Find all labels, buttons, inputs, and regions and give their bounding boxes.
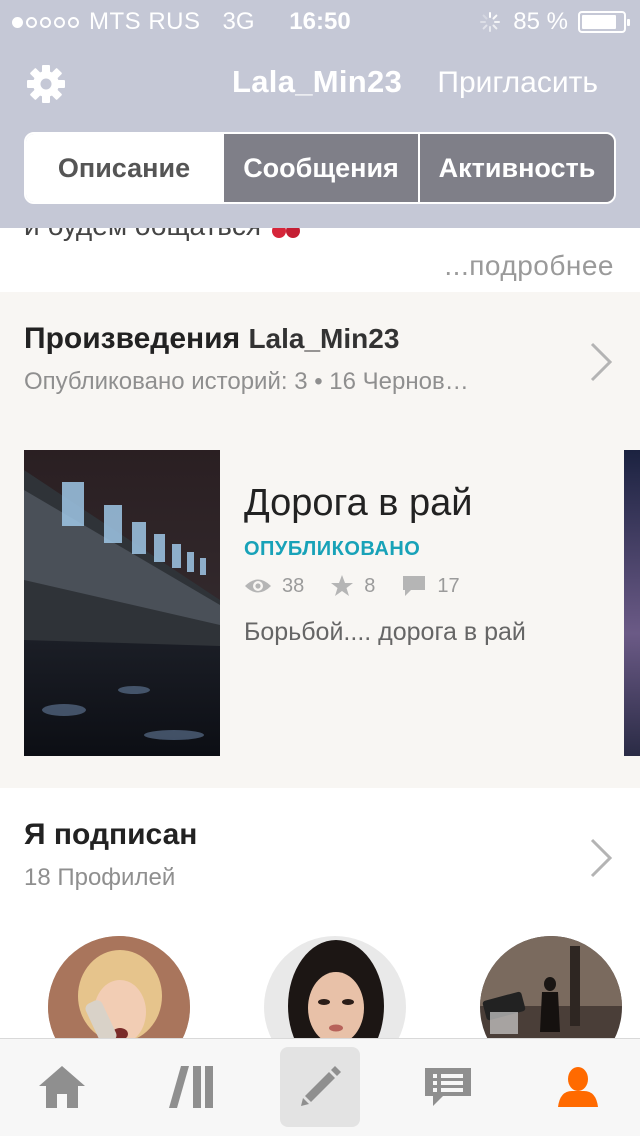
bottom-tab-bar — [0, 1038, 640, 1136]
tab-profile[interactable] — [538, 1047, 618, 1127]
story-description: Борьбой.... дорога в рай — [244, 618, 526, 646]
chevron-right-icon[interactable] — [588, 340, 614, 384]
votes-count: 8 — [364, 574, 376, 597]
read-more-link[interactable]: ...подробнее — [444, 250, 614, 282]
story-title[interactable]: Дорога в рай — [244, 482, 473, 525]
gear-icon[interactable] — [24, 62, 68, 106]
comments-count: 17 — [437, 574, 460, 597]
activity-spinner-icon — [480, 12, 501, 32]
following-title[interactable]: Я подписан — [24, 818, 197, 852]
pencil-icon — [301, 1066, 341, 1106]
views-count: 38 — [282, 574, 305, 597]
tab-activity[interactable]: Активность — [418, 134, 614, 202]
comments-stat: 17 — [401, 574, 460, 598]
views-stat: 38 — [244, 575, 304, 598]
battery-percentage: 85 % — [513, 8, 568, 35]
story-cover-image[interactable] — [24, 450, 220, 756]
comment-icon — [403, 576, 426, 596]
tab-home[interactable] — [22, 1047, 102, 1127]
battery-icon — [578, 11, 630, 33]
works-section: Произведения Lala_Min23 Опубликовано ист… — [0, 292, 640, 788]
works-subtitle: Опубликовано историй: 3 • 16 Чернов… — [24, 368, 469, 395]
profile-header: MTS RUS 3G 16:50 85 % Lala_Min23 Приглас… — [0, 0, 640, 228]
tab-write[interactable] — [280, 1047, 360, 1127]
following-subtitle: 18 Профилей — [24, 864, 176, 891]
profile-icon — [558, 1067, 598, 1107]
story-stats: 38 8 17 — [244, 574, 486, 598]
votes-stat: 8 — [330, 574, 375, 598]
profile-screen: MTS RUS 3G 16:50 85 % Lala_Min23 Приглас… — [0, 0, 640, 1136]
profile-username: Lala_Min23 — [232, 64, 403, 99]
works-title[interactable]: Произведения Lala_Min23 — [24, 322, 399, 356]
invite-button[interactable]: Пригласить — [437, 66, 598, 100]
profile-tabs: Описание Сообщения Активность — [24, 132, 616, 204]
chevron-right-icon[interactable] — [588, 836, 614, 880]
tab-messages[interactable]: Сообщения — [222, 134, 418, 202]
tab-messages[interactable] — [408, 1047, 488, 1127]
following-section: Я подписан 18 Профилей — [0, 788, 640, 1078]
eye-icon — [245, 579, 271, 593]
messages-icon — [425, 1068, 471, 1106]
story-status-badge: ОПУБЛИКОВАНО — [244, 538, 421, 560]
library-icon — [169, 1066, 213, 1108]
tab-library[interactable] — [152, 1047, 232, 1127]
star-icon — [331, 575, 354, 596]
home-icon — [39, 1066, 85, 1108]
status-bar: MTS RUS 3G 16:50 85 % — [0, 0, 640, 40]
next-story-cover-image[interactable] — [624, 450, 640, 756]
tab-description[interactable]: Описание — [26, 134, 222, 202]
